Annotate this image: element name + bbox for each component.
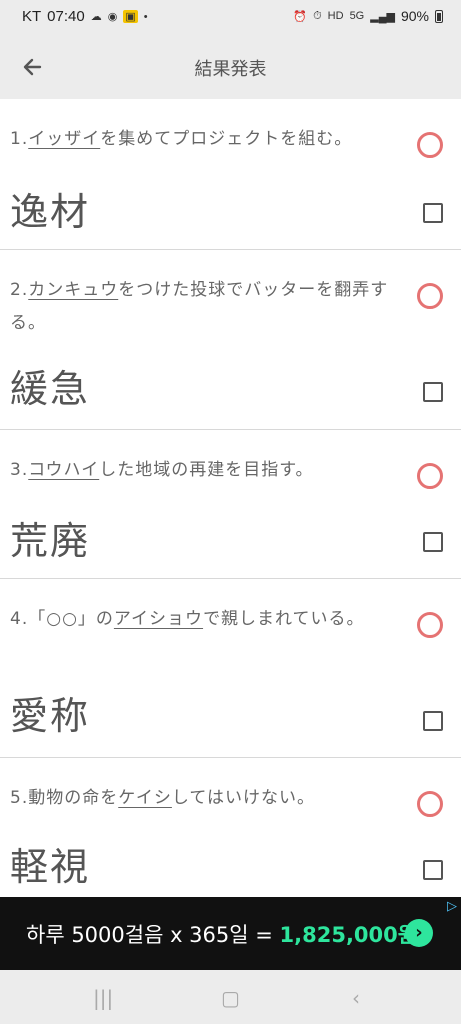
question-rest: してはいけない。	[171, 788, 316, 808]
question-number: 4.	[10, 609, 29, 629]
clock: 07:40	[47, 8, 85, 25]
lock-alarm-icon: ⏰	[293, 10, 308, 23]
checkbox[interactable]	[423, 860, 443, 880]
answer-kanji: 荒廃	[10, 519, 91, 563]
question-number: 3.	[10, 460, 29, 480]
question-rest: した地域の再建を目指す。	[99, 460, 314, 480]
back-icon[interactable]: ‹	[352, 986, 360, 1010]
page-title: 結果発表	[194, 59, 267, 80]
question-number: 1.	[10, 129, 29, 149]
question-text: 3.コウハイした地域の再建を目指す。	[10, 454, 395, 487]
list-item: 5.動物の命をケイシしてはいけない。 軽視	[0, 758, 461, 886]
list-item: 2.カンキュウをつけた投球でバッターを翻弄する。 緩急	[0, 250, 461, 430]
alarm-icon: ⏱	[313, 9, 322, 22]
question-keyword: カンキュウ	[28, 280, 119, 300]
question-prefix: 動物の命を	[28, 788, 119, 808]
adchoices-icon[interactable]: ▷	[447, 899, 457, 914]
ad-banner[interactable]: 하루 5000걸음 x 365일 = 1,825,000원 › ▷	[0, 897, 461, 970]
chevron-right-icon[interactable]: ›	[405, 919, 433, 947]
won-app-icon: ◉	[107, 11, 118, 23]
dot-icon: •	[143, 10, 148, 23]
answer-kanji: 逸材	[10, 190, 91, 234]
ad-text: 하루 5000걸음 x 365일 = 1,825,000원	[26, 919, 417, 949]
correct-circle-icon	[417, 132, 443, 158]
answer-kanji: 軽視	[10, 845, 91, 886]
question-keyword: ケイシ	[118, 788, 172, 808]
correct-circle-icon	[417, 283, 443, 309]
answer-kanji: 愛称	[10, 694, 91, 738]
ad-highlight: 1,825,000원	[279, 923, 418, 947]
question-keyword: イッザイ	[28, 129, 101, 149]
system-nav-bar: ||| ▢ ‹	[0, 970, 461, 1024]
cloud-icon: ☁	[90, 11, 102, 23]
question-number: 2.	[10, 280, 29, 300]
question-text: 1.イッザイを集めてプロジェクトを組む。	[10, 123, 395, 156]
hd-icon: HD	[327, 10, 344, 22]
question-text: 5.動物の命をケイシしてはいけない。	[10, 782, 395, 815]
question-text: 2.カンキュウをつけた投球でバッターを翻弄する。	[10, 274, 395, 340]
carrier-label: KT	[22, 8, 42, 25]
app-bar: 結果発表	[0, 34, 461, 99]
question-rest: を集めてプロジェクトを組む。	[100, 129, 353, 149]
app-notification-icon: ▣	[123, 10, 138, 23]
correct-circle-icon	[417, 791, 443, 817]
battery-icon	[435, 9, 443, 23]
results-list[interactable]: 1.イッザイを集めてプロジェクトを組む。 逸材 2.カンキュウをつけた投球でバッ…	[0, 99, 461, 886]
question-keyword: コウハイ	[28, 460, 100, 480]
checkbox[interactable]	[423, 711, 443, 731]
correct-circle-icon	[417, 463, 443, 489]
signal-icon: ▂▄▆	[370, 10, 395, 23]
question-rest: で親しまれている。	[203, 609, 365, 629]
answer-kanji: 緩急	[10, 367, 91, 411]
question-prefix: 「○○」の	[28, 609, 114, 629]
5g-icon: 5G	[349, 10, 365, 22]
question-text: 4.「○○」のアイショウで親しまれている。	[10, 603, 395, 636]
correct-circle-icon	[417, 612, 443, 638]
checkbox[interactable]	[423, 532, 443, 552]
battery-percent: 90%	[400, 8, 429, 24]
question-number: 5.	[10, 788, 29, 808]
status-bar: KT 07:40 ☁ ◉ ▣ • ⏰ ⏱ HD 5G ▂▄▆ 90%	[0, 0, 461, 34]
checkbox[interactable]	[423, 382, 443, 402]
home-icon[interactable]: ▢	[221, 986, 240, 1010]
list-item: 3.コウハイした地域の再建を目指す。 荒廃	[0, 430, 461, 579]
question-keyword: アイショウ	[113, 609, 204, 629]
recent-apps-icon[interactable]: |||	[93, 986, 113, 1010]
list-item: 1.イッザイを集めてプロジェクトを組む。 逸材	[0, 99, 461, 250]
checkbox[interactable]	[423, 203, 443, 223]
list-item: 4.「○○」のアイショウで親しまれている。 愛称	[0, 579, 461, 758]
ad-text-prefix: 하루 5000걸음 x 365일 =	[26, 923, 280, 947]
